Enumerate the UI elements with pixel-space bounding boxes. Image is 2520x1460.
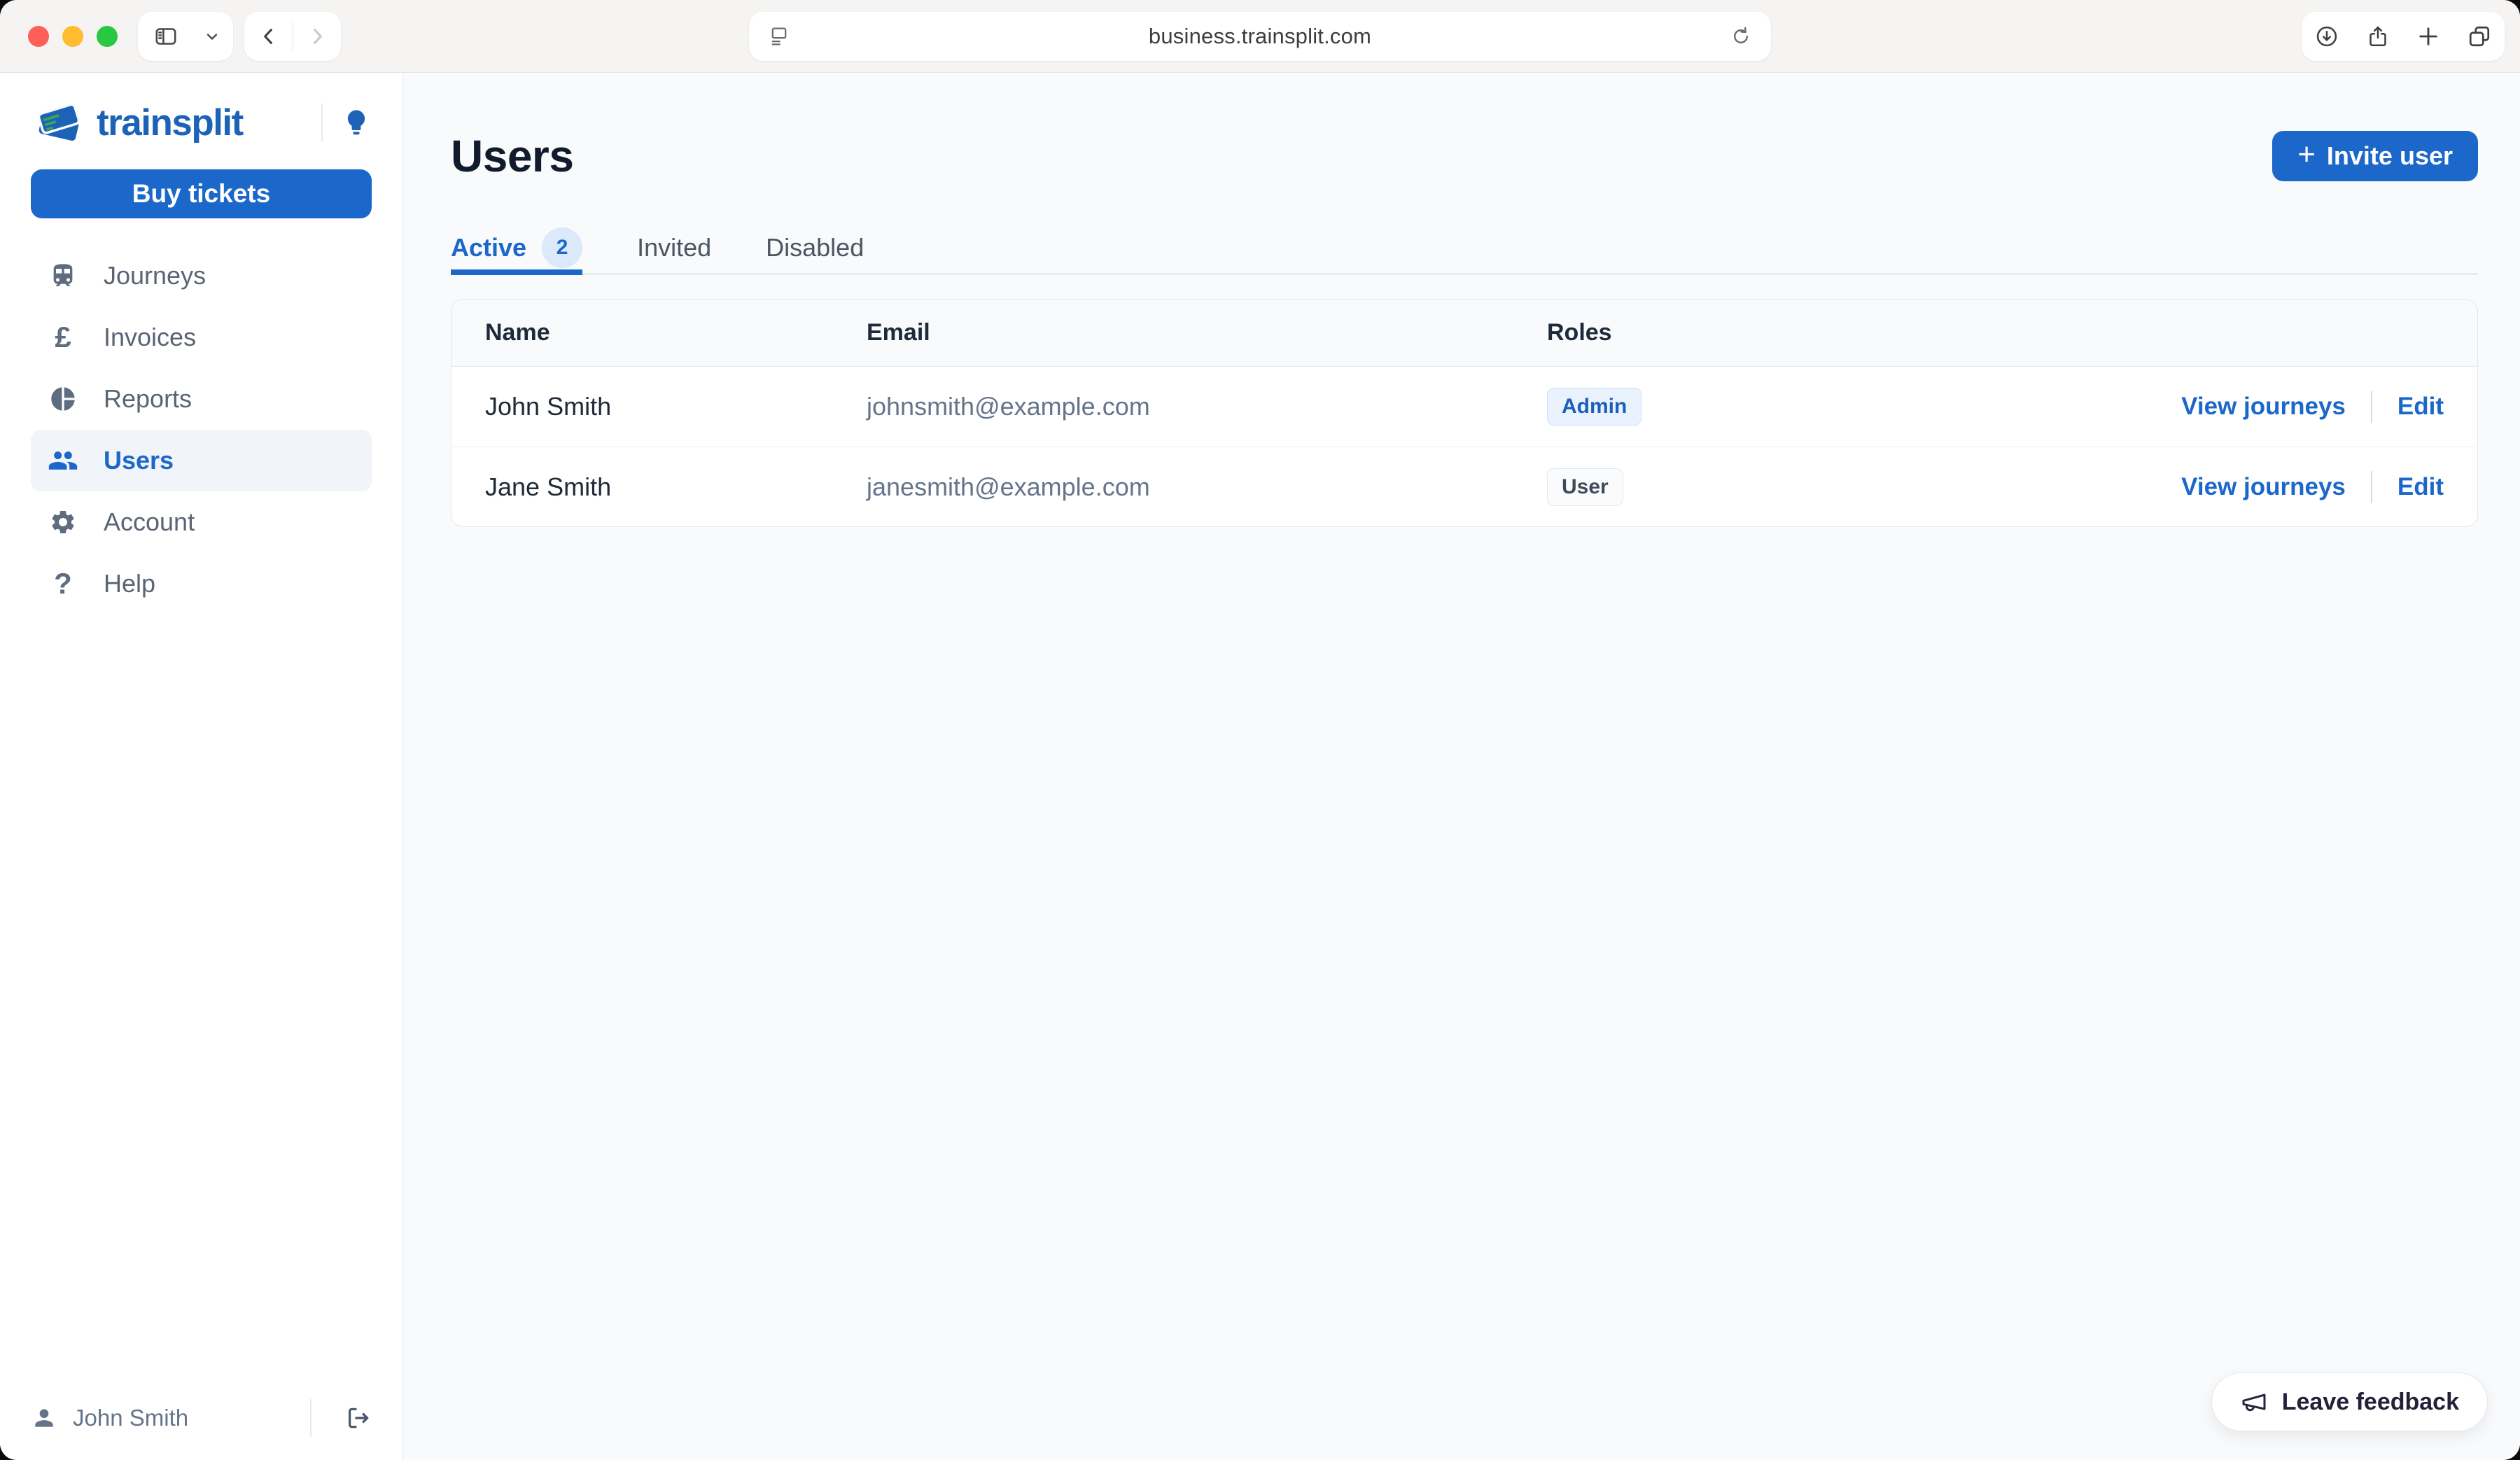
train-icon [48,262,78,290]
active-count-badge: 2 [542,227,582,268]
sidebar-nav: Journeys £ Invoices Reports [31,245,372,615]
question-icon: ? [48,567,78,601]
browser-window: business.trainsplit.com [0,0,2520,1460]
action-divider [2371,471,2372,503]
megaphone-icon [2240,1388,2268,1416]
user-status-tabs: Active 2 Invited Disabled [451,223,2478,275]
gear-icon [48,508,78,536]
sidebar-toggle-icon[interactable] [153,24,178,49]
app-body: trainsplit Buy tickets [0,73,2520,1459]
users-icon [48,445,78,476]
lightbulb-icon[interactable] [341,107,372,138]
page-header: Users + Invite user [451,130,2478,182]
zoom-window-button[interactable] [97,26,118,47]
user-row-divider [310,1399,312,1437]
view-journeys-link[interactable]: View journeys [2181,473,2346,501]
sidebar-item-reports[interactable]: Reports [31,368,372,430]
history-nav-group [244,12,341,61]
edit-link[interactable]: Edit [2398,473,2444,501]
new-tab-icon[interactable] [2416,24,2441,49]
column-header-roles: Roles [1547,319,2444,346]
address-bar[interactable]: business.trainsplit.com [749,12,1771,61]
downloads-icon[interactable] [2314,24,2339,49]
sidebar-toggle-group [138,12,233,61]
forward-button[interactable] [306,25,328,48]
role-badge: User [1547,468,1623,506]
user-name: Jane Smith [485,472,867,502]
trainsplit-logo-icon [31,99,87,146]
pie-chart-icon [48,385,78,413]
user-email: janesmith@example.com [867,472,1547,502]
sidebar: trainsplit Buy tickets [0,73,403,1459]
users-table: Name Email Roles John Smith johnsmith@ex… [451,299,2478,527]
tab-overview-icon[interactable] [2467,24,2492,49]
column-header-name: Name [485,319,867,346]
table-row: Jane Smith janesmith@example.com User Vi… [451,447,2477,526]
desktop: business.trainsplit.com [0,0,2520,1460]
user-name: John Smith [485,392,867,421]
brand-divider [321,104,323,141]
tab-invited[interactable]: Invited [637,223,711,273]
sidebar-item-journeys[interactable]: Journeys [31,245,372,307]
brand-row: trainsplit [31,98,372,147]
minimize-window-button[interactable] [62,26,83,47]
page-format-icon[interactable] [767,24,791,48]
sidebar-item-label: Users [104,446,174,475]
plus-icon: + [2297,139,2316,170]
sidebar-item-label: Journeys [104,261,206,290]
reload-icon[interactable] [1729,24,1753,48]
pound-icon: £ [48,321,78,354]
current-user-name: John Smith [73,1405,188,1431]
buy-tickets-button[interactable]: Buy tickets [31,169,372,218]
sidebar-item-label: Reports [104,384,192,414]
table-header-row: Name Email Roles [451,300,2477,367]
tab-invited-label: Invited [637,233,711,262]
chevron-down-icon[interactable] [204,28,220,45]
tab-active-label: Active [451,233,526,262]
share-icon[interactable] [2365,24,2390,49]
sidebar-item-label: Account [104,507,195,537]
action-divider [2371,391,2372,423]
invite-user-label: Invite user [2327,141,2453,171]
main-content: Users + Invite user Active 2 Invited [403,73,2520,1459]
view-journeys-link[interactable]: View journeys [2181,393,2346,421]
sidebar-item-account[interactable]: Account [31,491,372,553]
logout-icon[interactable] [345,1405,372,1431]
sidebar-item-label: Help [104,569,155,598]
window-controls [28,26,118,47]
sidebar-item-invoices[interactable]: £ Invoices [31,307,372,368]
sidebar-item-users[interactable]: Users [31,430,372,491]
person-icon [31,1405,57,1431]
invite-user-button[interactable]: + Invite user [2272,131,2478,181]
page-title: Users [451,130,573,182]
brand-wordmark: trainsplit [97,101,243,144]
tab-disabled[interactable]: Disabled [766,223,864,273]
tab-disabled-label: Disabled [766,233,864,262]
role-badge: Admin [1547,388,1642,426]
toolbar-actions-group [2302,12,2505,61]
leave-feedback-button[interactable]: Leave feedback [2211,1373,2488,1431]
user-email: johnsmith@example.com [867,392,1547,421]
sidebar-item-label: Invoices [104,323,196,352]
url-text[interactable]: business.trainsplit.com [791,24,1729,49]
close-window-button[interactable] [28,26,49,47]
back-button[interactable] [258,25,280,48]
edit-link[interactable]: Edit [2398,393,2444,421]
leave-feedback-label: Leave feedback [2282,1389,2459,1416]
sidebar-item-help[interactable]: ? Help [31,553,372,615]
table-row: John Smith johnsmith@example.com Admin V… [451,367,2477,447]
tab-active[interactable]: Active 2 [451,223,582,273]
sidebar-user-row: John Smith [31,1396,372,1440]
browser-toolbar: business.trainsplit.com [0,0,2520,73]
column-header-email: Email [867,319,1547,346]
